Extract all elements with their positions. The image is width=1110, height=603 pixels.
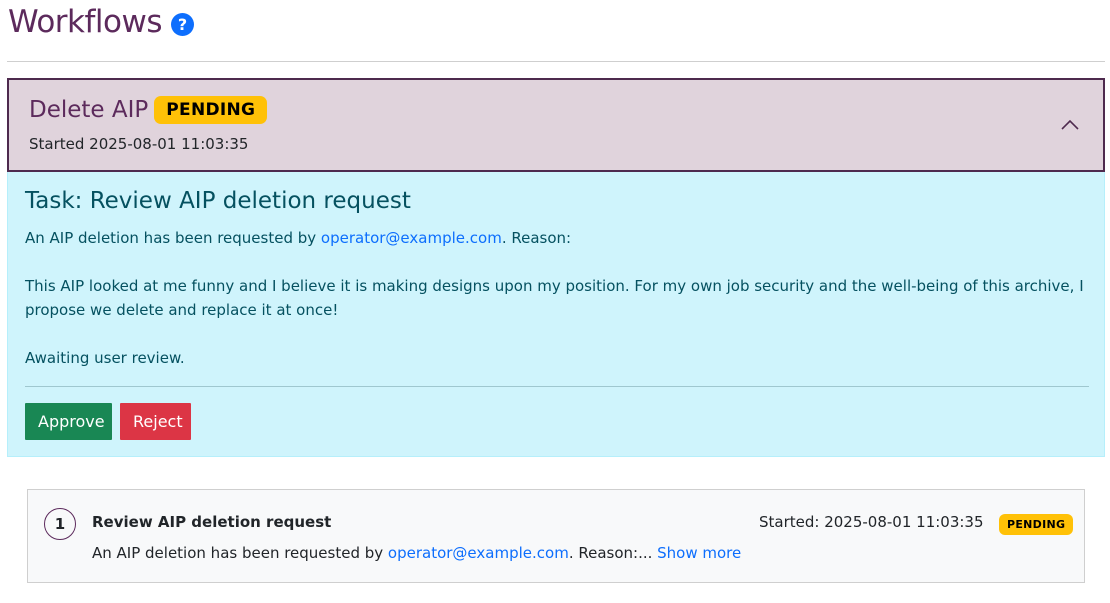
- page-title: Workflows: [8, 4, 163, 40]
- task-panel: Task: Review AIP deletion request An AIP…: [7, 172, 1105, 457]
- header-divider: [7, 61, 1105, 62]
- step-number: 1: [44, 508, 76, 540]
- task-title: Task: Review AIP deletion request: [25, 188, 411, 214]
- chevron-up-icon[interactable]: [1059, 114, 1081, 136]
- workflow-header[interactable]: Delete AIP PENDING Started 2025-08-01 11…: [7, 78, 1105, 172]
- task-request-prefix: An AIP deletion has been requested by: [25, 229, 321, 247]
- workflow-card: Delete AIP PENDING Started 2025-08-01 11…: [7, 78, 1105, 457]
- step-status-badge: PENDING: [999, 514, 1074, 535]
- workflow-started: Started 2025-08-01 11:03:35: [29, 135, 249, 153]
- requester-link[interactable]: operator@example.com: [321, 229, 502, 247]
- step-desc-suffix: . Reason:...: [568, 544, 653, 562]
- help-icon[interactable]: ?: [171, 12, 194, 36]
- show-more-link[interactable]: Show more: [657, 544, 741, 562]
- step-desc-prefix: An AIP deletion has been requested by: [92, 544, 388, 562]
- task-request-suffix: . Reason:: [501, 229, 572, 247]
- task-reason: This AIP looked at me funny and I believ…: [25, 277, 1084, 319]
- approve-button[interactable]: Approve: [25, 403, 112, 440]
- workflow-step: 1 Review AIP deletion request An AIP del…: [27, 489, 1085, 583]
- step-started: Started: 2025-08-01 11:03:35: [759, 513, 984, 531]
- step-description: An AIP deletion has been requested by op…: [92, 544, 741, 562]
- workflow-title: Delete AIP: [29, 97, 149, 123]
- task-request-line: An AIP deletion has been requested by op…: [25, 226, 571, 250]
- workflow-title-row: Delete AIP PENDING: [29, 96, 268, 124]
- step-title: Review AIP deletion request: [92, 513, 332, 531]
- step-requester-link[interactable]: operator@example.com: [388, 544, 569, 562]
- workflow-status-badge: PENDING: [154, 96, 268, 124]
- task-divider: [25, 386, 1089, 387]
- task-status-text: Awaiting user review.: [25, 349, 185, 367]
- page-header: Workflows ?: [8, 4, 194, 40]
- reject-button[interactable]: Reject: [120, 403, 191, 440]
